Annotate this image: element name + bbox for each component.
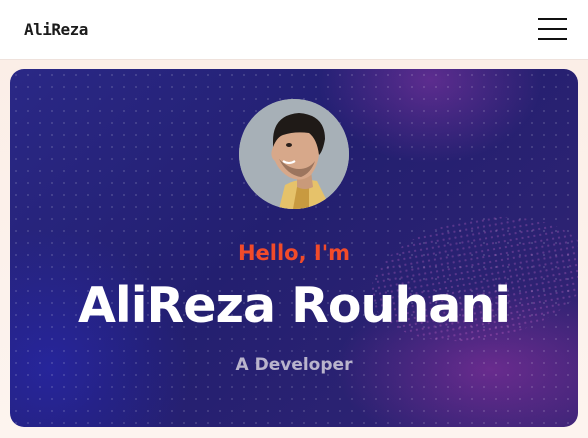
menu-bar-bottom xyxy=(538,38,567,40)
greeting-text: Hello, I'm xyxy=(237,241,351,265)
avatar-portrait-icon xyxy=(239,99,349,209)
navbar: AliReza xyxy=(0,0,588,60)
hero-name: AliReza Rouhani xyxy=(77,277,511,334)
menu-bar-middle xyxy=(538,28,567,30)
avatar xyxy=(239,99,349,209)
hero-section: Hello, I'm AliReza Rouhani A Developer xyxy=(10,69,578,427)
hero-role: A Developer xyxy=(235,355,353,375)
menu-bar-top xyxy=(538,18,567,20)
hamburger-menu-icon[interactable] xyxy=(536,15,568,45)
site-logo[interactable]: AliReza xyxy=(24,20,88,39)
